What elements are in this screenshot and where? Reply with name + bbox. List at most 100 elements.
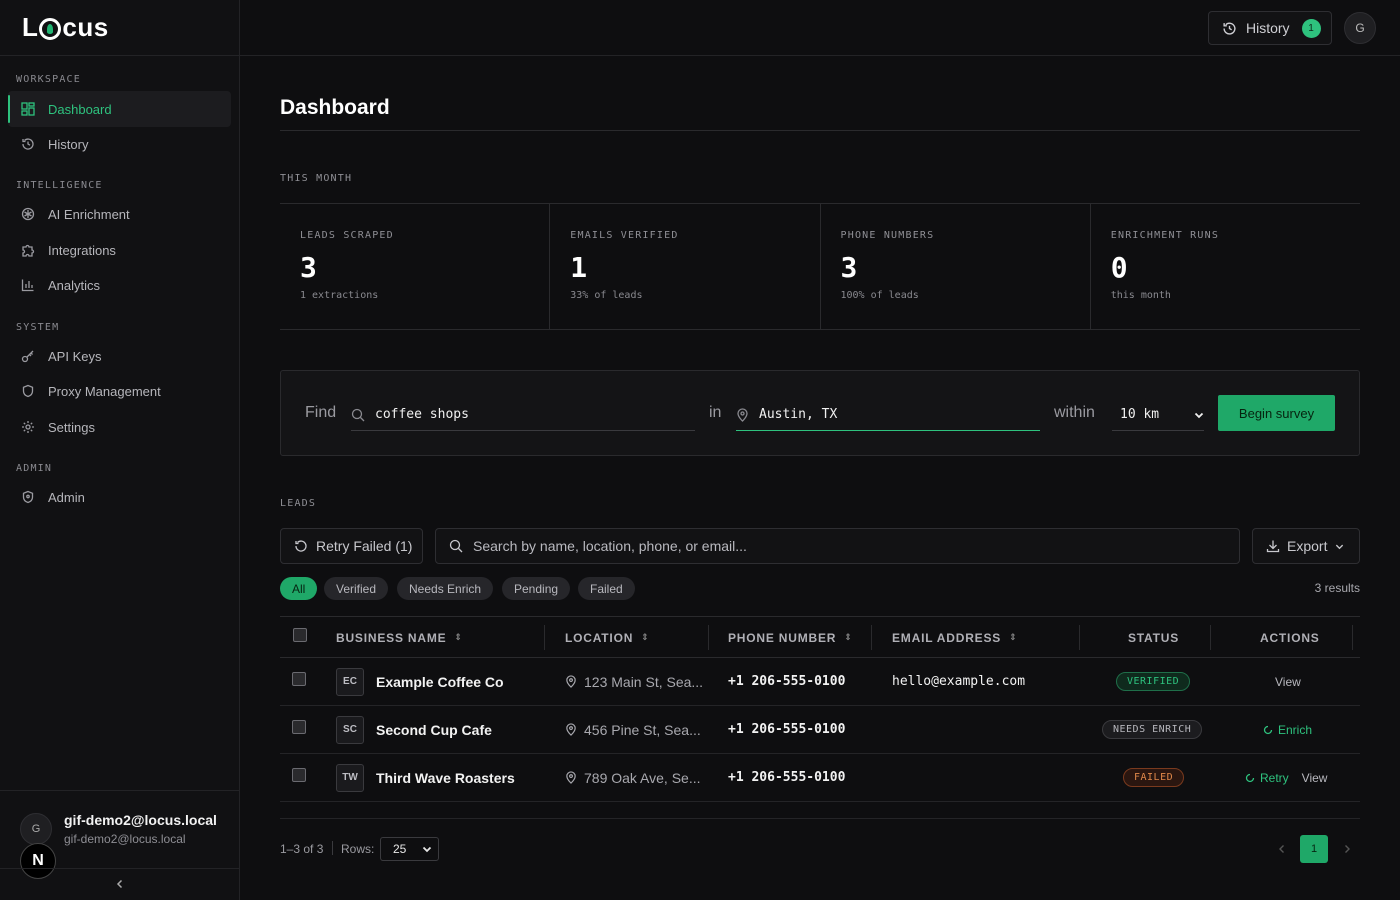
stat-phone-numbers: PHONE NUMBERS 3 100% of leads xyxy=(821,204,1091,329)
column-location[interactable]: LOCATION ⇕ xyxy=(565,617,650,658)
status-badge: NEEDS ENRICH xyxy=(1102,720,1203,739)
search-icon xyxy=(449,539,463,553)
locus-logo[interactable]: Lcus xyxy=(0,0,239,56)
shield-icon xyxy=(20,383,36,399)
radius-select[interactable]: 10 km xyxy=(1112,399,1204,431)
stat-sub: this month xyxy=(1110,290,1171,301)
account-avatar[interactable]: G xyxy=(1344,12,1376,44)
filter-chip-verified[interactable]: Verified xyxy=(324,577,389,600)
phone-cell: +1 206-555-0100 xyxy=(728,706,845,753)
business-name[interactable]: Second Cup Cafe xyxy=(376,722,492,738)
retry-failed-button[interactable]: Retry Failed (1) xyxy=(280,528,423,564)
enrich-action[interactable]: Enrich xyxy=(1263,723,1312,737)
view-action[interactable]: View xyxy=(1302,771,1328,785)
actions-cell: View xyxy=(1275,658,1301,705)
status-cell: VERIFIED xyxy=(1116,658,1191,705)
stat-label: LEADS SCRAPED xyxy=(300,230,394,241)
sidebar-item-label: Proxy Management xyxy=(48,383,161,399)
sidebar-item-label: AI Enrichment xyxy=(48,206,130,222)
sidebar-item-label: History xyxy=(48,136,89,152)
chevron-left-icon xyxy=(115,877,125,892)
sort-icon: ⇕ xyxy=(844,632,853,642)
chevron-right-icon xyxy=(1343,842,1351,857)
column-separator xyxy=(708,625,709,650)
filter-chip-needs-enrich[interactable]: Needs Enrich xyxy=(397,577,494,600)
map-pin-icon xyxy=(565,675,577,688)
sidebar-item-history[interactable]: History xyxy=(8,126,231,162)
sort-icon: ⇕ xyxy=(641,632,650,642)
within-label: within xyxy=(1054,404,1095,421)
email-text: hello@example.com xyxy=(892,674,1026,689)
rows-per-page-select[interactable]: 25 xyxy=(380,837,439,861)
phone-cell: +1 206-555-0100 xyxy=(728,754,845,801)
business-cell: SC Second Cup Cafe xyxy=(336,706,492,753)
column-status: STATUS xyxy=(1128,617,1179,658)
column-email-address[interactable]: EMAIL ADDRESS ⇕ xyxy=(892,617,1017,658)
in-label: in xyxy=(709,404,722,421)
user-email: gif-demo2@locus.local xyxy=(64,832,186,846)
sidebar-item-label: Analytics xyxy=(48,277,101,293)
history-icon xyxy=(1222,21,1237,36)
table-row[interactable]: EC Example Coffee Co 123 Main St, Sea...… xyxy=(280,658,1360,706)
leads-search-input[interactable]: Search by name, location, phone, or emai… xyxy=(435,528,1240,564)
location-input[interactable]: Austin, TX xyxy=(736,399,1040,431)
survey-search-panel: Find coffee shops in Austin, TX within 1… xyxy=(280,370,1360,456)
row-checkbox[interactable] xyxy=(292,706,306,753)
sidebar-item-admin[interactable]: Admin xyxy=(8,479,231,515)
divider xyxy=(280,130,1360,131)
history-count-badge: 1 xyxy=(1301,18,1321,38)
sidebar-item-settings[interactable]: Settings xyxy=(8,409,231,445)
page-button-current[interactable]: 1 xyxy=(1300,835,1328,863)
stat-sub: 100% of leads xyxy=(840,290,919,301)
row-checkbox[interactable] xyxy=(292,754,306,801)
search-icon xyxy=(351,408,365,422)
section-label-intelligence: INTELLIGENCE xyxy=(16,180,103,191)
retry-action[interactable]: Retry xyxy=(1245,771,1289,785)
history-button[interactable]: History 1 xyxy=(1208,11,1332,45)
phone-text: +1 206-555-0100 xyxy=(728,770,846,785)
filter-chip-pending[interactable]: Pending xyxy=(502,577,571,600)
column-separator xyxy=(871,625,872,650)
sidebar-item-proxy-management[interactable]: Proxy Management xyxy=(8,373,231,409)
section-label-system: SYSTEM xyxy=(16,322,60,333)
column-phone-number[interactable]: PHONE NUMBER ⇕ xyxy=(728,617,853,658)
stat-value: 1 xyxy=(570,251,588,284)
table-row[interactable]: TW Third Wave Roasters 789 Oak Ave, Se..… xyxy=(280,754,1360,802)
row-checkbox[interactable] xyxy=(292,658,306,705)
collapse-sidebar-button[interactable] xyxy=(0,868,239,900)
sort-icon: ⇕ xyxy=(1009,632,1018,642)
grid-icon xyxy=(20,101,36,117)
logo-text-right: cus xyxy=(62,12,109,42)
business-initials: EC xyxy=(336,667,364,696)
sidebar-item-dashboard[interactable]: Dashboard xyxy=(8,91,231,127)
key-icon xyxy=(20,348,36,364)
query-input[interactable]: coffee shops xyxy=(351,399,695,431)
filter-chip-all[interactable]: All xyxy=(280,577,318,600)
view-action[interactable]: View xyxy=(1275,675,1301,689)
status-cell: NEEDS ENRICH xyxy=(1102,706,1203,753)
business-name[interactable]: Third Wave Roasters xyxy=(376,770,515,786)
business-name[interactable]: Example Coffee Co xyxy=(376,674,504,690)
filter-chip-failed[interactable]: Failed xyxy=(578,577,635,600)
column-separator xyxy=(1079,625,1080,650)
export-button[interactable]: Export xyxy=(1252,528,1360,564)
stat-label: ENRICHMENT RUNS xyxy=(1110,230,1220,241)
actions-cell: Enrich xyxy=(1263,706,1312,753)
stat-leads-scraped: LEADS SCRAPED 3 1 extractions xyxy=(280,204,551,329)
sidebar-item-api-keys[interactable]: API Keys xyxy=(8,338,231,374)
phone-text: +1 206-555-0100 xyxy=(728,722,846,737)
column-business-name[interactable]: BUSINESS NAME ⇕ xyxy=(336,617,463,658)
next-page-button[interactable] xyxy=(1343,842,1351,857)
prev-page-button[interactable] xyxy=(1278,842,1286,857)
begin-survey-button[interactable]: Begin survey xyxy=(1218,395,1335,431)
rows-label: Rows: xyxy=(341,842,375,856)
sidebar-item-analytics[interactable]: Analytics xyxy=(8,267,231,303)
sidebar-item-ai-enrichment[interactable]: AI Enrichment xyxy=(8,196,231,232)
user-name: gif-demo2@locus.local xyxy=(64,812,217,828)
user-profile[interactable]: G gif-demo2@locus.local gif-demo2@locus.… xyxy=(0,790,239,879)
sidebar-item-label: Settings xyxy=(48,419,95,435)
shield-check-icon xyxy=(20,489,36,505)
select-all-checkbox[interactable] xyxy=(293,617,307,658)
sidebar-item-integrations[interactable]: Integrations xyxy=(8,232,231,268)
table-row[interactable]: SC Second Cup Cafe 456 Pine St, Sea... +… xyxy=(280,706,1360,754)
